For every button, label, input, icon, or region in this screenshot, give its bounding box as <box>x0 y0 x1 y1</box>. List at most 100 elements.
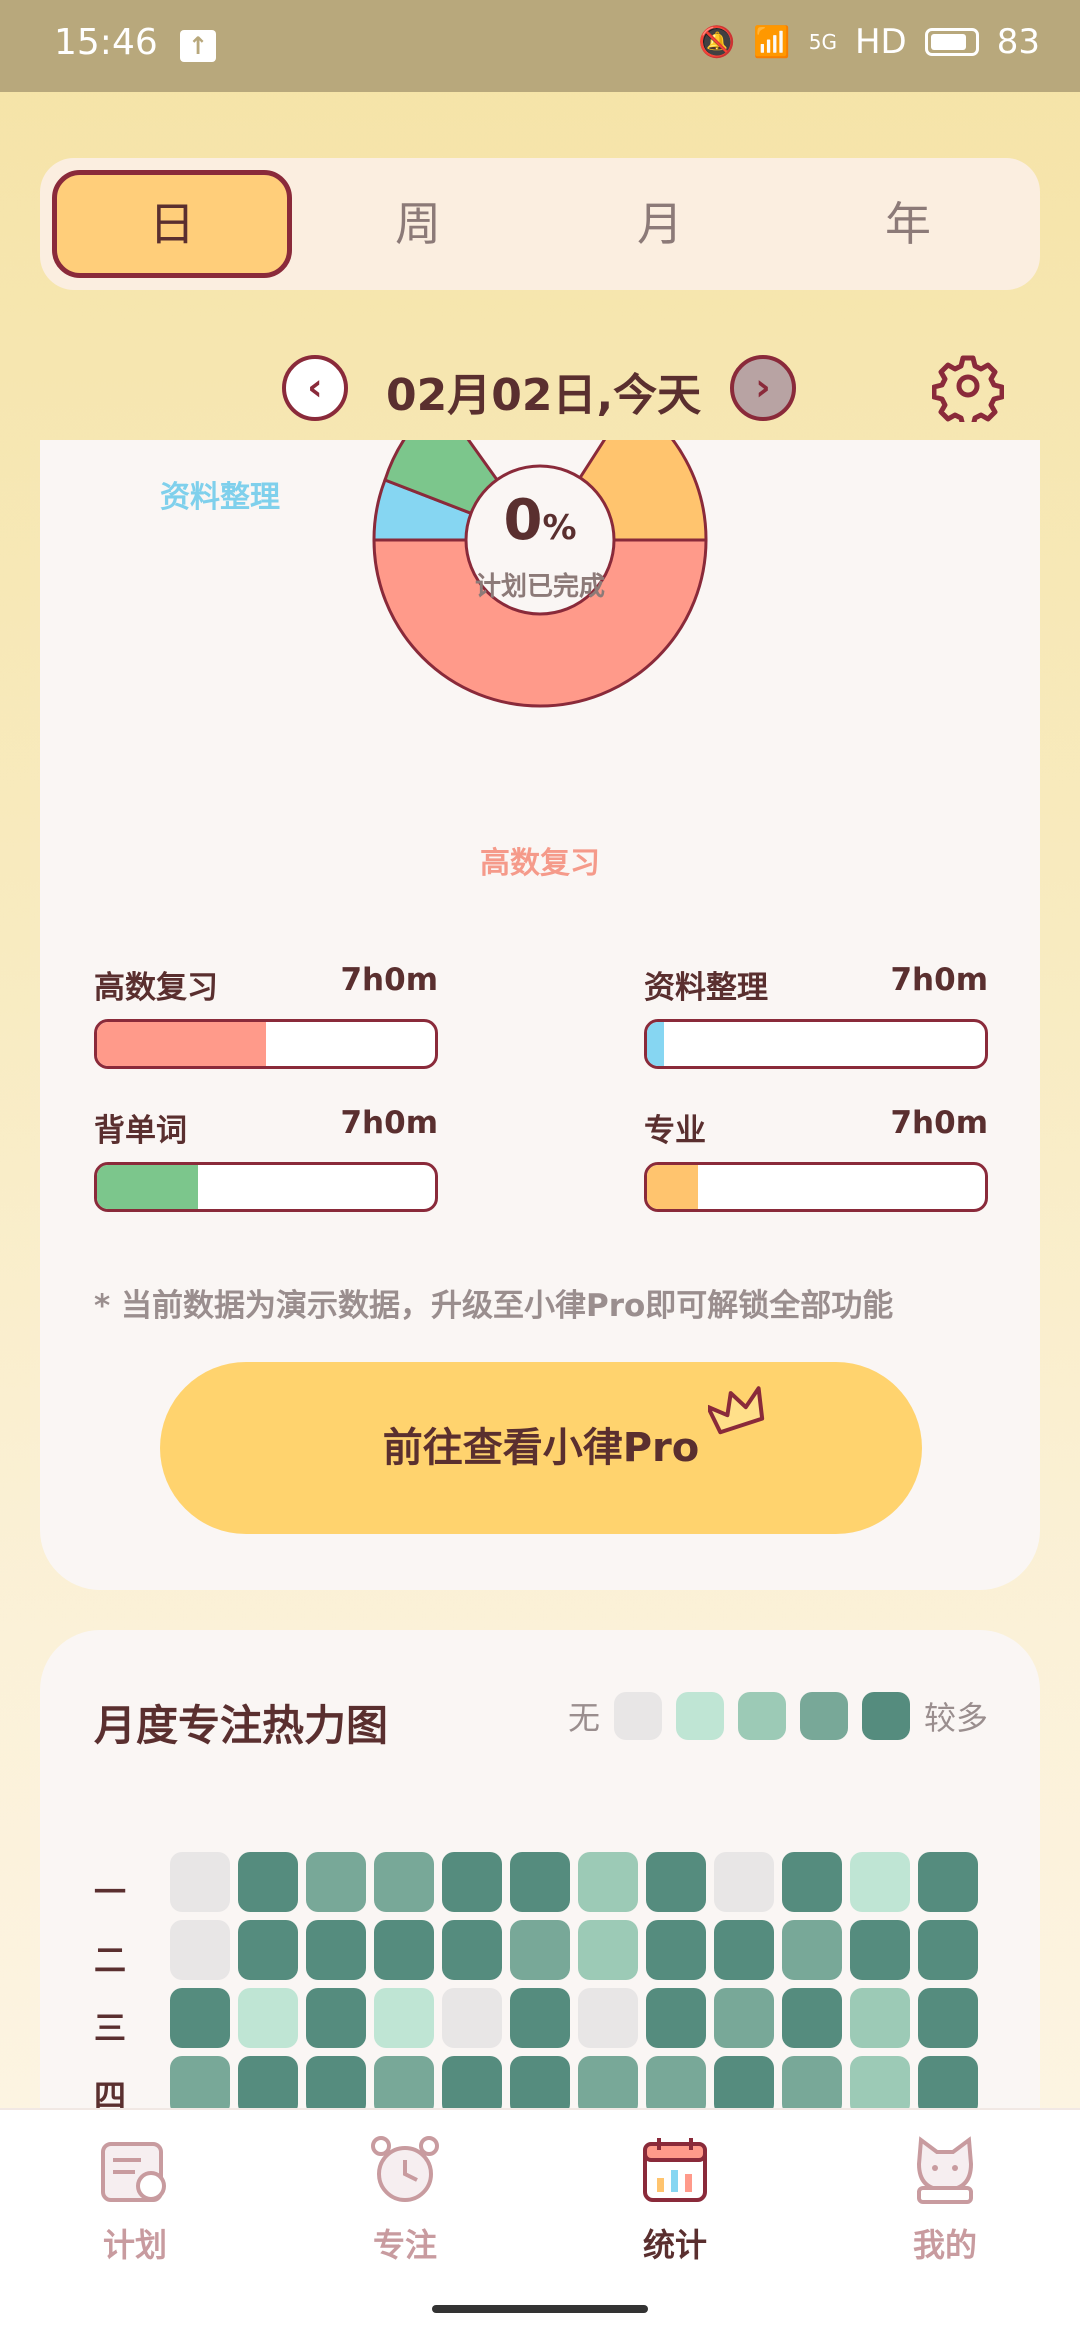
progress-name: 背单词 <box>94 1113 187 1149</box>
mute-icon: 🔕 <box>698 24 736 60</box>
progress-time: 7h0m <box>890 962 988 998</box>
settings-gear-icon[interactable] <box>932 350 1004 422</box>
heatmap-cell <box>306 1988 366 2048</box>
alarm-clock-icon <box>371 2136 439 2202</box>
heatmap-cell <box>238 1988 298 2048</box>
progress-item-zhuanye: 专业 7h0m <box>644 1105 988 1212</box>
heatmap-cell <box>714 2056 774 2116</box>
legend-swatch <box>799 1692 848 1740</box>
nav-profile[interactable]: 我的 <box>865 2130 1025 2266</box>
progress-fill <box>97 1022 266 1066</box>
date-navigator: ‹ 02月02日,今天 › <box>0 355 1080 425</box>
heatmap-cell <box>442 1988 502 2048</box>
tab-month[interactable]: 月 <box>540 170 780 278</box>
status-time: 15:46 <box>54 22 158 63</box>
nav-label: 统计 <box>642 2226 707 2264</box>
row-label: 一 <box>94 1873 127 1911</box>
heatmap-cell <box>442 1852 502 1912</box>
heatmap-cell <box>918 2056 978 2116</box>
heatmap-cell <box>646 1988 706 2048</box>
heatmap-cell <box>646 2056 706 2116</box>
tab-day[interactable]: 日 <box>52 170 292 278</box>
heatmap-cell <box>510 2056 570 2116</box>
heatmap-cell <box>578 2056 638 2116</box>
progress-time: 7h0m <box>890 1105 988 1141</box>
heatmap-cell <box>578 1988 638 2048</box>
heatmap-cell <box>918 1920 978 1980</box>
heatmap-cell <box>850 1852 910 1912</box>
heatmap-cell <box>782 1920 842 1980</box>
heatmap-cell <box>850 1920 910 1980</box>
nav-focus[interactable]: 专注 <box>325 2130 485 2266</box>
heatmap-cell <box>306 1852 366 1912</box>
heatmap-cell <box>170 1988 230 2048</box>
tab-year[interactable]: 年 <box>788 170 1028 278</box>
heatmap-cell <box>238 1852 298 1912</box>
heatmap-cell <box>306 1920 366 1980</box>
upload-icon: ↑ <box>180 30 216 62</box>
heatmap-cell <box>510 1920 570 1980</box>
heatmap-cell <box>850 1988 910 2048</box>
legend-swatch <box>861 1692 910 1740</box>
progress-item-beidanci: 背单词 7h0m <box>94 1105 438 1212</box>
progress-time: 7h0m <box>340 1105 438 1141</box>
tab-week[interactable]: 周 <box>298 170 538 278</box>
progress-name: 高数复习 <box>94 970 218 1006</box>
nav-plan[interactable]: 计划 <box>55 2130 215 2266</box>
period-tabs: 日 周 月 年 <box>40 158 1040 290</box>
progress-item-ziliao: 资料整理 7h0m <box>644 962 988 1069</box>
status-bar: 15:46 ↑ 🔕 📶 5G HD 83 <box>0 0 1080 92</box>
progress-fill <box>97 1165 199 1209</box>
heatmap-cell <box>170 1920 230 1980</box>
view-pro-button[interactable]: 前往查看小律Pro <box>160 1362 922 1534</box>
heatmap-cell <box>374 2056 434 2116</box>
progress-fill <box>647 1022 664 1066</box>
cat-profile-icon <box>916 2136 974 2204</box>
donut-label-gaoshu: 高数复习 <box>480 846 600 881</box>
demo-data-notice: * 当前数据为演示数据，升级至小律Pro即可解锁全部功能 <box>94 1288 894 1324</box>
progress-fill <box>647 1165 698 1209</box>
status-right: 🔕 📶 5G HD 83 <box>698 22 1040 62</box>
heatmap-grid <box>170 1852 978 2116</box>
network-label: HD <box>854 22 907 62</box>
completion-subtitle: 计划已完成 <box>474 572 605 602</box>
donut-label-ziliao: 资料整理 <box>160 480 280 515</box>
heatmap-cell <box>850 2056 910 2116</box>
prev-day-button[interactable]: ‹ <box>282 355 348 421</box>
heatmap-cell <box>782 1988 842 2048</box>
date-label: 02月02日,今天 <box>386 370 702 421</box>
nav-label: 计划 <box>102 2226 167 2264</box>
nav-label: 专注 <box>372 2226 437 2264</box>
progress-name: 资料整理 <box>644 970 768 1006</box>
heatmap-cell <box>714 1988 774 2048</box>
heatmap-title: 月度专注热力图 <box>94 1701 389 1750</box>
row-label: 二 <box>94 1941 127 1979</box>
heatmap-cell <box>578 1852 638 1912</box>
stats-card: 0% 计划已完成 资料整理 高数复习 高数复习 7h0m 资料整理 7h0m 背单词… <box>40 440 1040 1590</box>
heatmap-cell <box>442 1920 502 1980</box>
progress-name: 专业 <box>644 1113 706 1149</box>
heatmap-cell <box>238 2056 298 2116</box>
heatmap-cell <box>374 1852 434 1912</box>
legend-swatch <box>737 1692 786 1740</box>
chart-calendar-icon <box>643 2138 707 2202</box>
legend-swatch <box>613 1692 662 1740</box>
nav-stats[interactable]: 统计 <box>595 2130 755 2266</box>
heatmap-cell <box>646 1852 706 1912</box>
crown-icon <box>708 1386 765 1435</box>
progress-item-gaoshu: 高数复习 7h0m <box>94 962 438 1069</box>
progress-track <box>94 1019 438 1069</box>
progress-track <box>644 1019 988 1069</box>
heatmap-cell <box>442 2056 502 2116</box>
legend-swatch <box>675 1692 724 1740</box>
next-day-button[interactable]: › <box>730 355 796 421</box>
heatmap-cell <box>510 1852 570 1912</box>
home-indicator[interactable] <box>432 2305 648 2313</box>
heatmap-cell <box>374 1920 434 1980</box>
heatmap-cell <box>918 1852 978 1912</box>
progress-track <box>94 1162 438 1212</box>
plan-icon <box>101 2142 166 2202</box>
heatmap-cell <box>782 1852 842 1912</box>
heatmap-cell <box>578 1920 638 1980</box>
heatmap-cell <box>374 1988 434 2048</box>
